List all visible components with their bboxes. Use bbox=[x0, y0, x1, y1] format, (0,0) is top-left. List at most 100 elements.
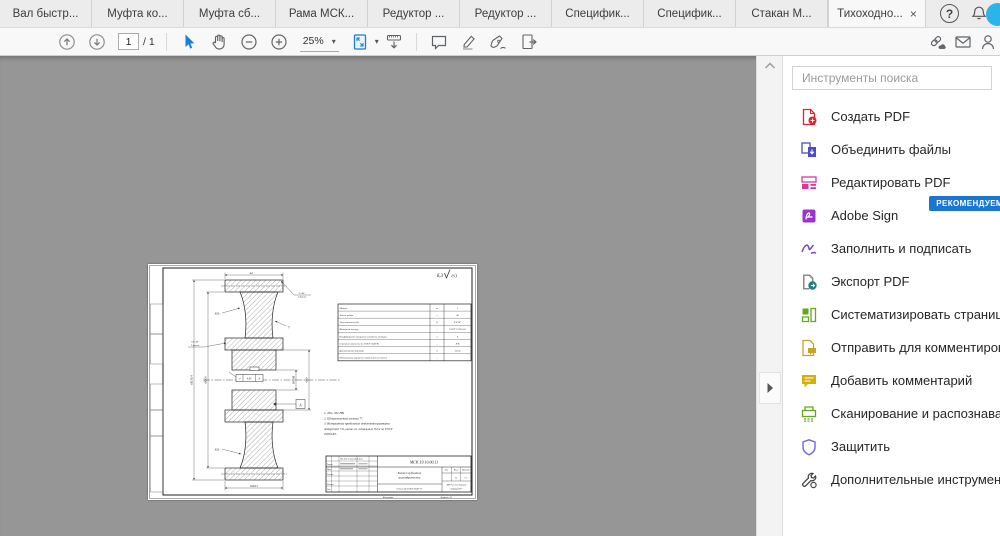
tab-document-1[interactable]: Вал быстр... bbox=[0, 0, 92, 27]
tab-document-8[interactable]: Специфик... bbox=[644, 0, 736, 27]
tab-document-active[interactable]: Тихоходно... × bbox=[828, 0, 926, 27]
zoom-level-select[interactable]: 25% ▾ bbox=[300, 32, 339, 52]
page-count-label: / 1 bbox=[143, 36, 155, 48]
svg-text:6,3: 6,3 bbox=[437, 274, 444, 279]
tab-document-2[interactable]: Муфта ко... bbox=[92, 0, 184, 27]
svg-text:1:1: 1:1 bbox=[464, 476, 467, 479]
export-pdf-icon bbox=[800, 273, 818, 291]
vertical-scrollbar[interactable] bbox=[756, 56, 782, 536]
tools-search bbox=[792, 66, 992, 90]
svg-text:Ø239,4: Ø239,4 bbox=[190, 375, 195, 386]
fill-sign-pen-icon[interactable] bbox=[484, 30, 514, 54]
svg-text:8°6'34": 8°6'34" bbox=[454, 321, 463, 324]
person-icon[interactable] bbox=[977, 30, 998, 54]
tools-list: Создать PDF Объединить файлы Редактирова… bbox=[783, 100, 1000, 496]
more-tools-wrench-icon bbox=[800, 471, 818, 489]
tool-export-pdf[interactable]: Экспорт PDF bbox=[783, 265, 1000, 298]
tool-organize-pages[interactable]: Систематизировать страницы bbox=[783, 298, 1000, 331]
tab-document-6[interactable]: Редуктор ... bbox=[460, 0, 552, 27]
help-icon[interactable]: ? bbox=[940, 4, 959, 23]
zoom-in-icon[interactable] bbox=[264, 30, 294, 54]
svg-text:0,05: 0,05 bbox=[247, 378, 252, 381]
page-scrolling-icon[interactable] bbox=[379, 30, 409, 54]
svg-text:Т.контр.: Т.контр. bbox=[327, 474, 334, 476]
svg-text:Копировал: Копировал bbox=[382, 497, 393, 499]
svg-text:2. Штамповочные уклоны 7°.: 2. Штамповочные уклоны 7°. bbox=[324, 416, 363, 420]
tool-edit-pdf[interactable]: Редактировать PDF bbox=[783, 166, 1000, 199]
tool-more-tools[interactable]: Дополнительные инструменты bbox=[783, 463, 1000, 496]
toolbar-divider bbox=[416, 33, 417, 51]
tool-protect[interactable]: Защитить bbox=[783, 430, 1000, 463]
tab-document-7[interactable]: Специфик... bbox=[552, 0, 644, 27]
tab-document-5[interactable]: Редуктор ... bbox=[368, 0, 460, 27]
search-input[interactable] bbox=[792, 66, 992, 90]
svg-text:98: 98 bbox=[456, 314, 459, 317]
tab-label: Редуктор ... bbox=[475, 8, 537, 20]
scan-ocr-icon bbox=[800, 405, 818, 423]
tool-label: Добавить комментарий bbox=[831, 373, 972, 388]
tool-label: Дополнительные инструменты bbox=[831, 472, 1000, 487]
pdf-page[interactable]: 44 62h11 Ø239,4 Ø200 Ø45H8 Ø60 R10 R10 2… bbox=[148, 264, 477, 500]
svg-text:Пров.: Пров. bbox=[326, 469, 332, 471]
tab-document-3[interactable]: Муфта сб... bbox=[184, 0, 276, 27]
tool-label: Создать PDF bbox=[831, 109, 910, 124]
tab-document-4[interactable]: Рама МСК... bbox=[276, 0, 368, 27]
tab-document-9[interactable]: Стакан М... bbox=[736, 0, 828, 27]
close-icon[interactable]: × bbox=[910, 8, 917, 20]
tools-panel: РЕКОМЕНДУЕМ Создать PDF Объединить файлы… bbox=[782, 56, 1000, 536]
svg-text:А: А bbox=[298, 403, 302, 407]
highlight-icon[interactable] bbox=[454, 30, 484, 54]
scroll-up-icon[interactable] bbox=[760, 58, 780, 74]
previous-page-icon[interactable] bbox=[52, 30, 82, 54]
tool-combine-files[interactable]: Объединить файлы bbox=[783, 133, 1000, 166]
protect-shield-icon bbox=[800, 438, 818, 456]
panel-collapse-handle[interactable] bbox=[759, 372, 781, 404]
svg-text:7°: 7° bbox=[288, 327, 291, 330]
zoom-out-icon[interactable] bbox=[234, 30, 264, 54]
chevron-down-icon: ▾ bbox=[332, 37, 336, 46]
next-page-icon[interactable] bbox=[82, 30, 112, 54]
tool-fill-sign[interactable]: Заполнить и подписать bbox=[783, 232, 1000, 265]
fill-sign-icon bbox=[800, 240, 818, 258]
svg-text:Число зубьев: Число зубьев bbox=[340, 314, 355, 317]
tool-send-for-comments[interactable]: Отправить для комментирования bbox=[783, 331, 1000, 364]
email-icon[interactable] bbox=[952, 30, 973, 54]
svg-text:3. Неуказанные предельные от: 3. Неуказанные предельные отклонения раз… bbox=[324, 422, 390, 426]
pdf-page-drawing: 44 62h11 Ø239,4 Ø200 Ø45H8 Ø60 R10 R10 2… bbox=[148, 264, 477, 500]
tool-create-pdf[interactable]: Создать PDF bbox=[783, 100, 1000, 133]
share-link-icon[interactable] bbox=[926, 30, 948, 54]
svg-text:Делительный диаметр: Делительный диаметр bbox=[339, 350, 365, 353]
svg-text:–: – bbox=[435, 342, 438, 345]
page-number-input[interactable]: 1 bbox=[118, 33, 139, 50]
comment-icon[interactable] bbox=[424, 30, 454, 54]
document-view-area[interactable]: 44 62h11 Ø239,4 Ø200 Ø45H8 Ø60 R10 R10 2… bbox=[0, 56, 756, 536]
svg-text:Масса: Масса bbox=[453, 470, 459, 472]
svg-text:МГТУ им. Н.Э. Баумана: МГТУ им. Н.Э. Баумана bbox=[446, 485, 466, 487]
send-file-icon[interactable] bbox=[514, 30, 544, 54]
create-pdf-icon bbox=[800, 108, 818, 126]
svg-text:Изм. Лист № докум. Подп. Да: Изм. Лист № докум. Подп. Дата bbox=[339, 458, 363, 461]
svg-text:Модуль: Модуль bbox=[339, 307, 349, 310]
tool-add-comment[interactable]: Добавить комментарий bbox=[783, 364, 1000, 397]
send-for-comments-icon bbox=[800, 339, 818, 357]
tool-label: Экспорт PDF bbox=[831, 274, 909, 289]
svg-text:Кафедра РК-3: Кафедра РК-3 bbox=[450, 488, 463, 491]
svg-text:–: – bbox=[435, 357, 438, 360]
tab-label: Рама МСК... bbox=[289, 8, 354, 20]
svg-text:0: 0 bbox=[457, 335, 459, 338]
tool-scan-ocr[interactable]: Сканирование и распознавание bbox=[783, 397, 1000, 430]
svg-text:Масштаб: Масштаб bbox=[461, 469, 469, 472]
toolbar-share-group bbox=[926, 28, 998, 56]
edit-pdf-icon bbox=[800, 174, 818, 192]
svg-text:Колесо зубчатое: Колесо зубчатое bbox=[397, 471, 422, 475]
svg-text:Н.контр.: Н.контр. bbox=[326, 484, 335, 486]
svg-text:d: d bbox=[436, 350, 438, 353]
hand-tool-icon[interactable] bbox=[204, 30, 234, 54]
adobe-sign-icon bbox=[800, 207, 818, 225]
fit-page-icon[interactable] bbox=[345, 30, 375, 54]
select-tool-icon[interactable] bbox=[174, 30, 204, 54]
acrobat-window: Вал быстр... Муфта ко... Муфта сб... Рам… bbox=[0, 0, 1000, 536]
svg-text:Обозначение чертежа сопряжённо: Обозначение чертежа сопряжённого колеса bbox=[340, 357, 388, 360]
svg-text:ГОСТ 13755-81: ГОСТ 13755-81 bbox=[448, 328, 465, 331]
svg-text:z: z bbox=[436, 314, 438, 317]
